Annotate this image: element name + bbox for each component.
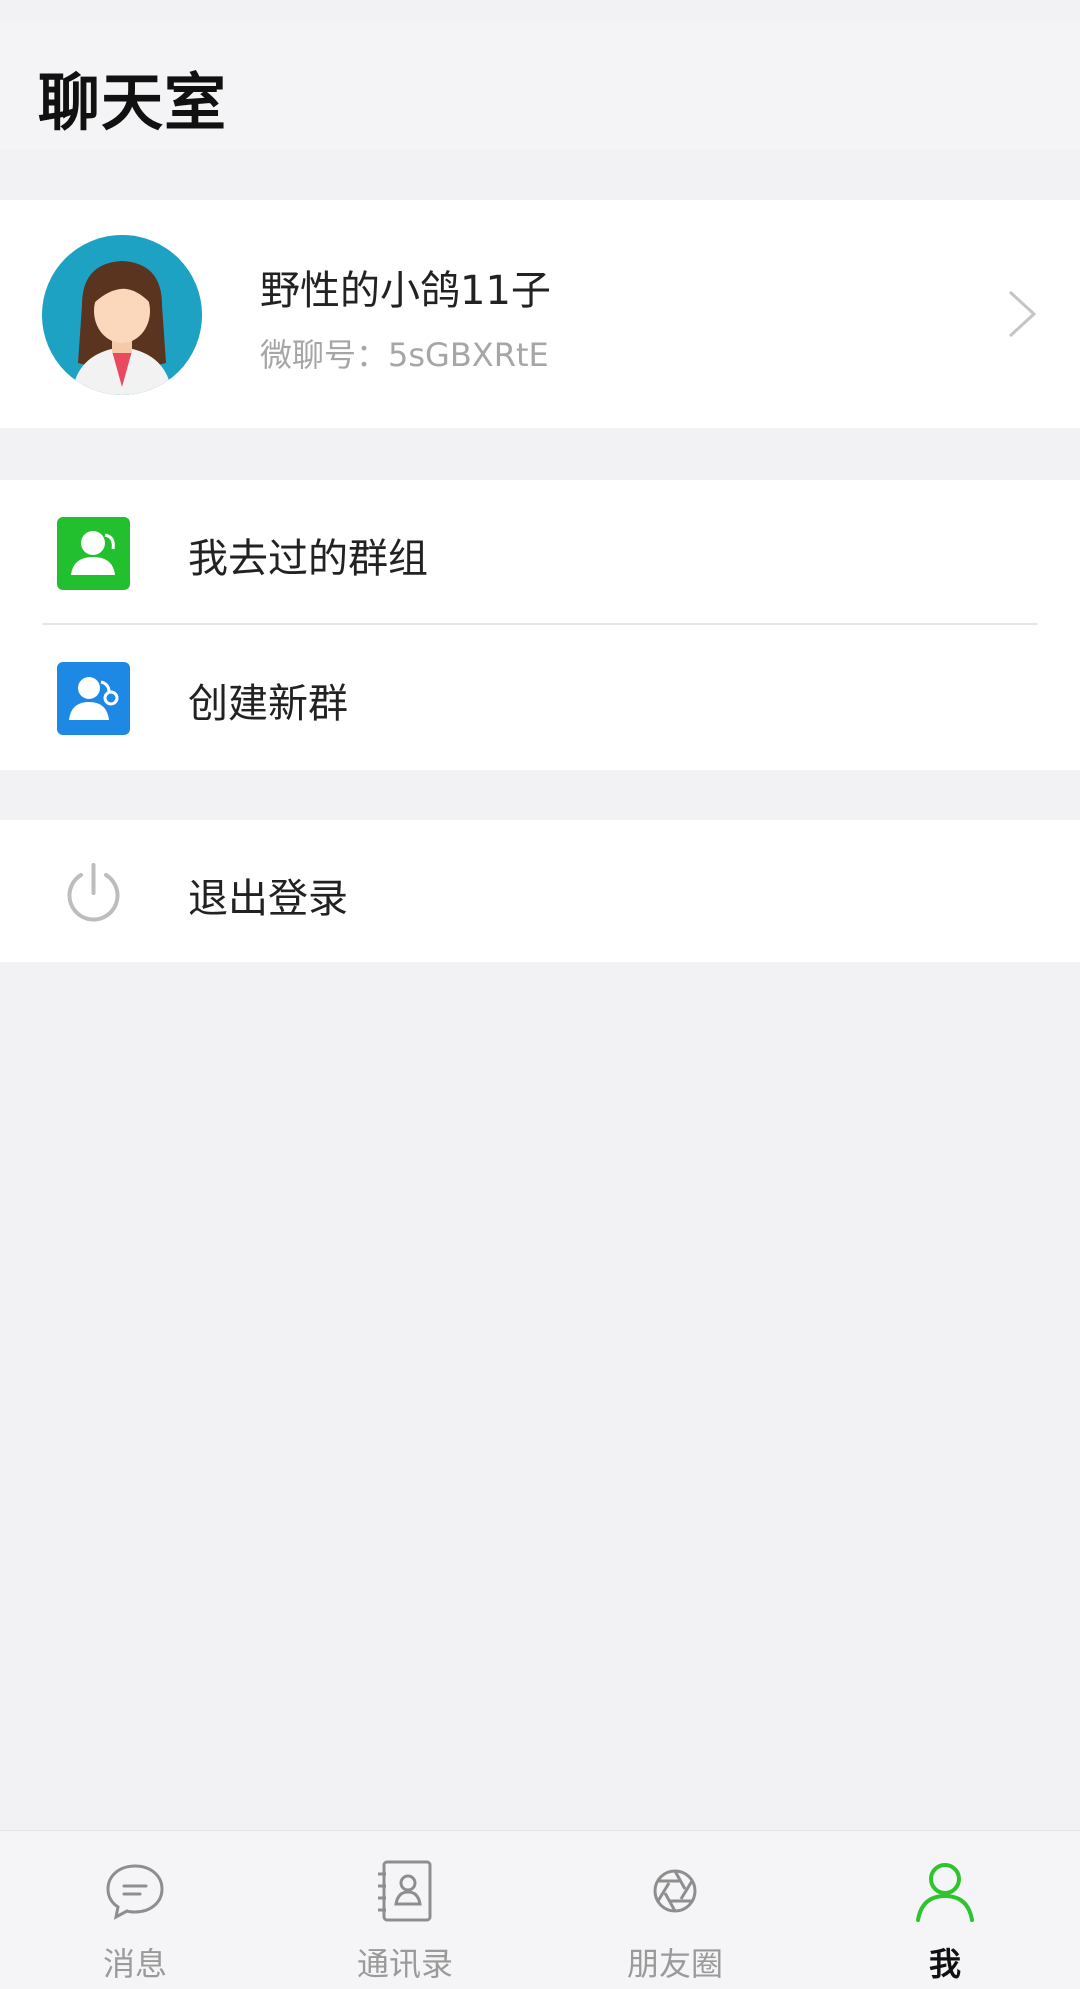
power-icon <box>57 857 130 930</box>
contacts-book-icon <box>378 1860 432 1922</box>
menu-item-visited-groups[interactable]: 我去过的群组 <box>0 480 1080 625</box>
groups-icon <box>57 517 130 590</box>
chat-bubble-icon <box>106 1864 164 1920</box>
menu-label-create-group: 创建新群 <box>188 681 348 727</box>
page-title: 聊天室 <box>38 66 228 139</box>
menu-label-visited-groups: 我去过的群组 <box>188 536 428 582</box>
bottom-tab-bar: 消息 通讯录 朋友圈 我 <box>0 1830 1080 1989</box>
app-header: 聊天室 <box>0 20 1080 150</box>
person-icon <box>916 1863 974 1922</box>
tab-me[interactable]: 我 <box>810 1831 1080 1989</box>
me-page: 聊天室 野性的小鸽11子 微聊号：5sGBXRtE 我去过的群组 创建新群 退出… <box>0 0 1080 1989</box>
menu-item-logout[interactable]: 退出登录 <box>0 820 1080 964</box>
camera-shutter-icon <box>653 1869 697 1913</box>
menu-item-create-group[interactable]: 创建新群 <box>0 625 1080 769</box>
profile-card[interactable]: 野性的小鸽11子 微聊号：5sGBXRtE <box>0 200 1080 428</box>
avatar[interactable] <box>42 235 202 395</box>
tab-label-contacts: 通讯录 <box>356 1945 453 1983</box>
menu-group-groups: 我去过的群组 创建新群 <box>0 480 1080 770</box>
tab-contacts[interactable]: 通讯录 <box>270 1831 540 1989</box>
tab-label-messages: 消息 <box>102 1945 167 1983</box>
tab-label-moments: 朋友圈 <box>626 1945 723 1983</box>
tab-messages[interactable]: 消息 <box>0 1831 270 1989</box>
chevron-right-icon <box>1008 290 1037 338</box>
account-id-value: 5sGBXRtE <box>388 336 549 374</box>
account-id-label: 微聊号： <box>260 336 389 374</box>
tab-label-me: 我 <box>928 1945 961 1983</box>
account-id-row: 微聊号：5sGBXRtE <box>260 330 549 376</box>
tab-moments[interactable]: 朋友圈 <box>540 1831 810 1989</box>
create-group-icon <box>57 662 130 735</box>
user-avatar-illustration <box>42 235 202 395</box>
menu-label-logout: 退出登录 <box>188 876 348 922</box>
menu-group-account: 退出登录 <box>0 820 1080 962</box>
profile-name: 野性的小鸽11子 <box>260 268 551 314</box>
